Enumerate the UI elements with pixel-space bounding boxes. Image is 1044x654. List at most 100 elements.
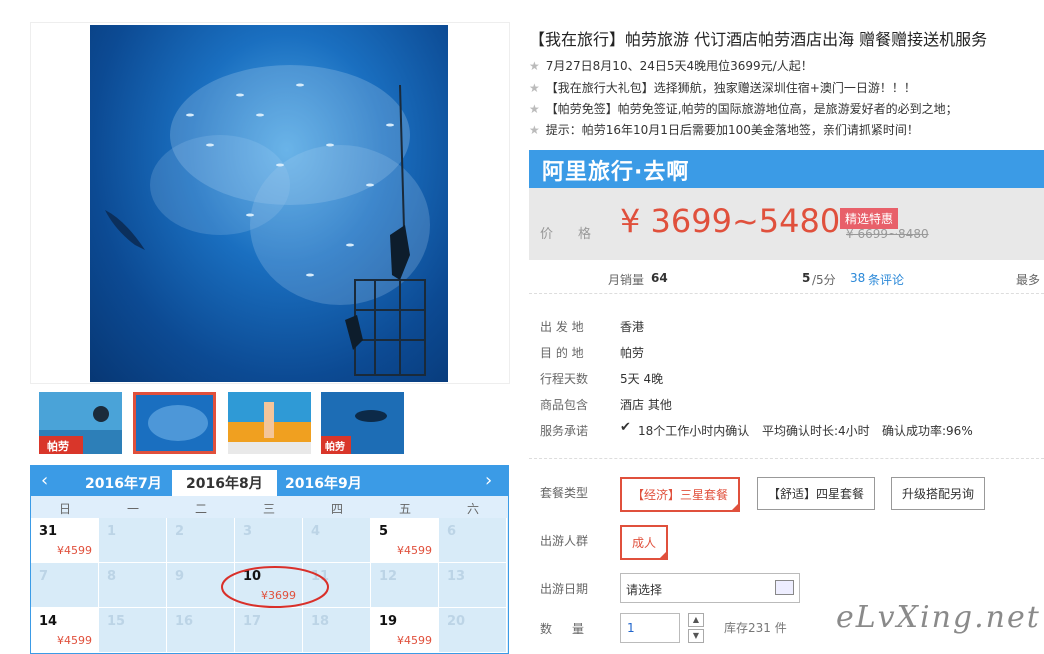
rating-value: 5 xyxy=(802,271,811,285)
quantity-input[interactable]: 1 xyxy=(620,613,680,643)
calendar-day-number: 6 xyxy=(447,524,457,539)
package-option-economy[interactable]: 【经济】三星套餐 xyxy=(620,477,741,512)
main-product-image[interactable] xyxy=(90,25,448,382)
calendar-day-price: ¥4599 xyxy=(57,634,92,647)
calendar-day: 13 xyxy=(439,563,507,608)
calendar-day-number: 20 xyxy=(447,614,466,629)
thumbnail-1[interactable]: 帕劳 xyxy=(39,392,122,454)
info-label-includes: 商品包含 xyxy=(540,398,589,412)
month-tab-next[interactable]: 2016年9月 xyxy=(285,473,362,493)
calendar-day-number: 2 xyxy=(175,524,185,539)
package-option-comfort[interactable]: 【舒适】四星套餐 xyxy=(757,477,876,510)
calendar-day-price: ¥4599 xyxy=(397,544,432,557)
calendar-day: 18 xyxy=(303,608,371,653)
review-label-link[interactable]: 条评论 xyxy=(868,271,904,288)
calendar-day[interactable]: 14 ¥4599 xyxy=(31,608,99,653)
svg-text:帕劳: 帕劳 xyxy=(47,439,69,453)
info-label-duration: 行程天数 xyxy=(540,372,589,386)
check-circle-icon: ✔ xyxy=(620,420,631,435)
calendar-day-number: 1 xyxy=(107,524,117,539)
price-label: 价 格 xyxy=(540,227,598,242)
chevron-right-icon[interactable]: › xyxy=(485,470,492,491)
weekday: 三 xyxy=(262,502,275,516)
date-select-input[interactable]: 请选择 xyxy=(620,573,800,603)
promo-badge: 精选特惠 xyxy=(840,208,899,229)
calendar-day: 20 xyxy=(439,608,507,653)
section-divider xyxy=(529,458,1044,459)
weekday: 四 xyxy=(330,502,343,516)
calendar-day-number: 16 xyxy=(175,614,194,629)
weekday-row: 日 一 二 三 四 五 六 xyxy=(31,496,508,518)
weekday: 五 xyxy=(398,502,411,516)
price-calendar: ‹ 2016年7月 2016年8月 2016年9月 › 日 一 二 三 四 五 … xyxy=(30,465,509,654)
bullet-1: ★ 7月27日8月10、24日5天4晚甩位3699元/人起！ xyxy=(529,59,813,73)
qty-increase-icon[interactable]: ▲ xyxy=(688,613,704,627)
weekday: 一 xyxy=(126,502,139,516)
weekday: 二 xyxy=(194,502,207,516)
calendar-day: 16 xyxy=(167,608,235,653)
calendar-day: 3 xyxy=(235,518,303,563)
bullet-4: ★ 提示：帕劳16年10月1日后需要加100美金落地签，亲们请抓紧时间！ xyxy=(529,123,919,137)
service-item-1: 18个工作小时内确认 xyxy=(638,424,750,438)
calendar-day-number: 7 xyxy=(39,569,49,584)
calendar-day: 12 xyxy=(371,563,439,608)
sales-stats xyxy=(529,262,1044,294)
crowd-option-adult[interactable]: 成人 xyxy=(620,525,669,560)
weekday: 六 xyxy=(466,502,479,516)
calendar-day: 8 xyxy=(99,563,167,608)
calendar-day: 15 xyxy=(99,608,167,653)
star-icon: ★ xyxy=(529,81,540,95)
svg-text:帕劳: 帕劳 xyxy=(325,440,345,453)
product-title: 【我在旅行】帕劳旅游 代订酒店帕劳酒店出海 赠餐赠接送机服务 xyxy=(529,30,988,49)
stats-more: 最多 xyxy=(1016,273,1041,287)
calendar-day: 1 xyxy=(99,518,167,563)
rating-suffix: /5分 xyxy=(812,273,836,287)
calendar-day[interactable]: 5 ¥4599 xyxy=(371,518,439,563)
calendar-day-number: 15 xyxy=(107,614,126,629)
thumbnail-3[interactable] xyxy=(228,392,311,454)
bullet-2: ★ 【我在旅行大礼包】选择狮航，独家赠送深圳住宿+澳门一日游！！！ xyxy=(529,81,916,95)
info-label-destination: 目 的 地 xyxy=(540,346,584,360)
month-tab-active[interactable]: 2016年8月 xyxy=(172,470,277,496)
calendar-day[interactable]: 31 ¥4599 xyxy=(31,518,99,563)
calendar-day-number: 18 xyxy=(311,614,330,629)
watermark: eLvXing.net xyxy=(836,600,1041,635)
thumbnail-4[interactable]: 帕劳 xyxy=(321,392,404,454)
calendar-day-number: 19 xyxy=(379,614,398,629)
star-icon: ★ xyxy=(529,123,540,137)
chevron-left-icon[interactable]: ‹ xyxy=(41,470,48,491)
info-value-includes: 酒店 其他 xyxy=(620,398,672,412)
calendar-day: 17 xyxy=(235,608,303,653)
service-item-2: 平均确认时长:4小时 xyxy=(762,424,870,438)
package-option-upgrade[interactable]: 升级搭配另询 xyxy=(891,477,986,510)
info-value-duration: 5天 4晚 xyxy=(620,372,664,386)
qty-label: 数 量 xyxy=(540,622,589,636)
calendar-day-number: 5 xyxy=(379,524,389,539)
calendar-day-number: 4 xyxy=(311,524,321,539)
date-label: 出游日期 xyxy=(540,582,589,596)
info-value-departure: 香港 xyxy=(620,320,645,334)
calendar-day-number: 8 xyxy=(107,569,117,584)
qty-decrease-icon[interactable]: ▼ xyxy=(688,629,704,643)
calendar-day-number: 3 xyxy=(243,524,253,539)
service-item-3: 确认成功率:96% xyxy=(882,424,973,438)
star-icon: ★ xyxy=(529,59,540,73)
info-value-destination: 帕劳 xyxy=(620,346,645,360)
calendar-day-number: 12 xyxy=(379,569,398,584)
calendar-day: 6 xyxy=(439,518,507,563)
calendar-day[interactable]: 19 ¥4599 xyxy=(371,608,439,653)
thumbnail-2-selected[interactable] xyxy=(133,392,216,454)
calendar-day-number: 14 xyxy=(39,614,58,629)
calendar-day-price: ¥4599 xyxy=(57,544,92,557)
alitrip-logo-text: 阿里旅行·去啊 xyxy=(542,160,690,185)
highlight-circle xyxy=(221,566,329,608)
month-tab-prev[interactable]: 2016年7月 xyxy=(85,473,162,493)
monthly-sales-label: 月销量 xyxy=(608,273,645,287)
original-price: ¥ 6699~8480 xyxy=(846,227,929,241)
info-label-departure: 出 发 地 xyxy=(540,320,584,334)
calendar-day-number: 31 xyxy=(39,524,58,539)
review-count-link[interactable]: 38 xyxy=(850,271,865,285)
calendar-icon[interactable] xyxy=(775,580,794,595)
crowd-label: 出游人群 xyxy=(540,534,589,548)
calendar-day: 4 xyxy=(303,518,371,563)
